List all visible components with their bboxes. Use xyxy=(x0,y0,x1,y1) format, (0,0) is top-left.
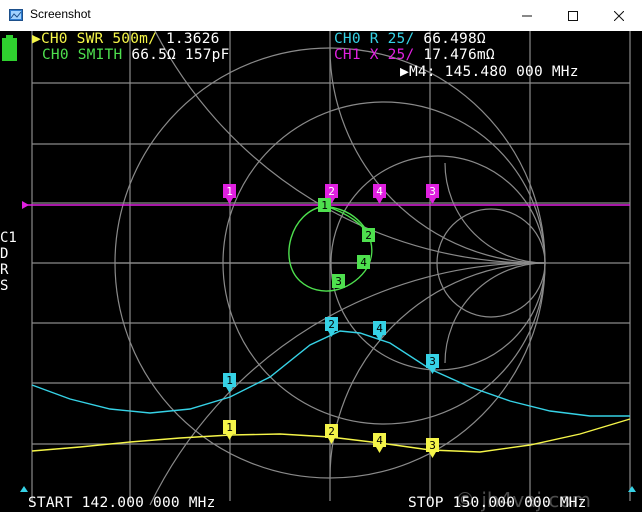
marker-m3-magenta[interactable]: 3 xyxy=(426,184,439,204)
smith-trace-label[interactable]: CH0 SMITH 66.5Ω 157pF xyxy=(42,47,230,63)
marker-m1-magenta[interactable]: 1 xyxy=(223,184,236,204)
maximize-button[interactable] xyxy=(550,0,596,31)
smith-label: CH0 SMITH xyxy=(42,47,123,63)
marker-label: 3 xyxy=(429,355,436,368)
active-marker-label: M4: xyxy=(408,64,436,80)
marker-m3-cyan[interactable]: 3 xyxy=(426,354,439,374)
nanovna-window: Screenshot 1 2 4 3 1 2 4 3 1 2 4 3 1 2 4… xyxy=(0,0,642,512)
reactance-label: CH1 X 25/ xyxy=(334,47,415,63)
active-marker-readout[interactable]: ▶M4: 145.480 000 MHz xyxy=(400,64,579,80)
close-icon xyxy=(614,10,624,21)
marker-label: 1 xyxy=(226,421,233,434)
minimize-icon xyxy=(522,15,532,16)
side-menu-item[interactable]: C1 xyxy=(0,230,17,246)
marker-label: 2 xyxy=(365,229,372,242)
marker-m4-magenta[interactable]: 4 xyxy=(373,184,386,204)
title-bar[interactable]: Screenshot xyxy=(0,0,642,32)
side-menu-item[interactable]: S xyxy=(0,278,17,294)
marker-label: 2 xyxy=(328,185,335,198)
marker-m4-yellow[interactable]: 4 xyxy=(373,433,386,453)
plot-area: 1 2 4 3 1 2 4 3 1 2 4 3 1 2 4 3 © jh4vaj… xyxy=(20,31,636,512)
marker-label: 2 xyxy=(328,318,335,331)
marker-m3-green[interactable]: 3 xyxy=(332,274,345,288)
start-cursor-icon xyxy=(20,486,28,492)
swr-trace-label[interactable]: ▶CH0 SWR 500m/ 1.3626 xyxy=(32,31,220,47)
marker-label: 4 xyxy=(376,185,383,198)
side-menu-item[interactable]: R xyxy=(0,262,17,278)
reactance-trace-label[interactable]: CH1 X 25/ 17.476mΩ xyxy=(334,47,495,63)
swr-label: CH0 SWR 500m/ xyxy=(40,31,158,47)
marker-label: 3 xyxy=(429,185,436,198)
window-title: Screenshot xyxy=(30,7,91,21)
marker-label: 2 xyxy=(328,425,335,438)
marker-m4-green[interactable]: 4 xyxy=(357,255,370,269)
cyan-markers: 1 2 4 3 xyxy=(223,317,439,393)
marker-label: 1 xyxy=(321,199,328,212)
marker-label: 1 xyxy=(226,374,233,387)
maximize-icon xyxy=(568,10,578,21)
stop-cursor-icon xyxy=(628,486,636,492)
minimize-button[interactable] xyxy=(504,0,550,31)
stop-frequency[interactable]: STOP 150.000 000 MHz xyxy=(408,495,587,511)
resistance-trace-label[interactable]: CH0 R 25/ 66.498Ω xyxy=(334,31,486,47)
marker-label: 4 xyxy=(376,434,383,447)
swr-value: 1.3626 xyxy=(165,31,220,47)
side-menu[interactable]: C1 D R S xyxy=(0,230,17,294)
resistance-value: 66.498Ω xyxy=(423,31,486,47)
side-menu-item[interactable]: D xyxy=(0,246,17,262)
battery-icon xyxy=(2,35,17,61)
reference-arrow xyxy=(22,201,29,209)
marker-label: 4 xyxy=(360,256,367,269)
resistance-trace xyxy=(31,330,630,417)
vna-screen[interactable]: 1 2 4 3 1 2 4 3 1 2 4 3 1 2 4 3 © jh4vaj… xyxy=(0,31,642,512)
marker-m2-green[interactable]: 2 xyxy=(362,228,375,242)
resistance-label: CH0 R 25/ xyxy=(334,31,415,47)
marker-m1-cyan[interactable]: 1 xyxy=(223,373,236,393)
marker-m1-yellow[interactable]: 1 xyxy=(223,420,236,440)
app-icon xyxy=(9,9,23,21)
marker-label: 1 xyxy=(226,185,233,198)
marker-label: 3 xyxy=(335,275,342,288)
active-marker-value: 145.480 000 MHz xyxy=(444,64,579,80)
marker-label: 4 xyxy=(376,322,383,335)
smith-value: 66.5Ω 157pF xyxy=(131,47,230,63)
reactance-value: 17.476mΩ xyxy=(423,47,495,63)
marker-m2-yellow[interactable]: 2 xyxy=(325,424,338,444)
start-frequency[interactable]: START 142.000 000 MHz xyxy=(28,495,216,511)
close-button[interactable] xyxy=(596,0,642,31)
marker-label: 3 xyxy=(429,439,436,452)
marker-m2-cyan[interactable]: 2 xyxy=(325,317,338,337)
marker-m1-green[interactable]: 1 xyxy=(318,198,331,212)
